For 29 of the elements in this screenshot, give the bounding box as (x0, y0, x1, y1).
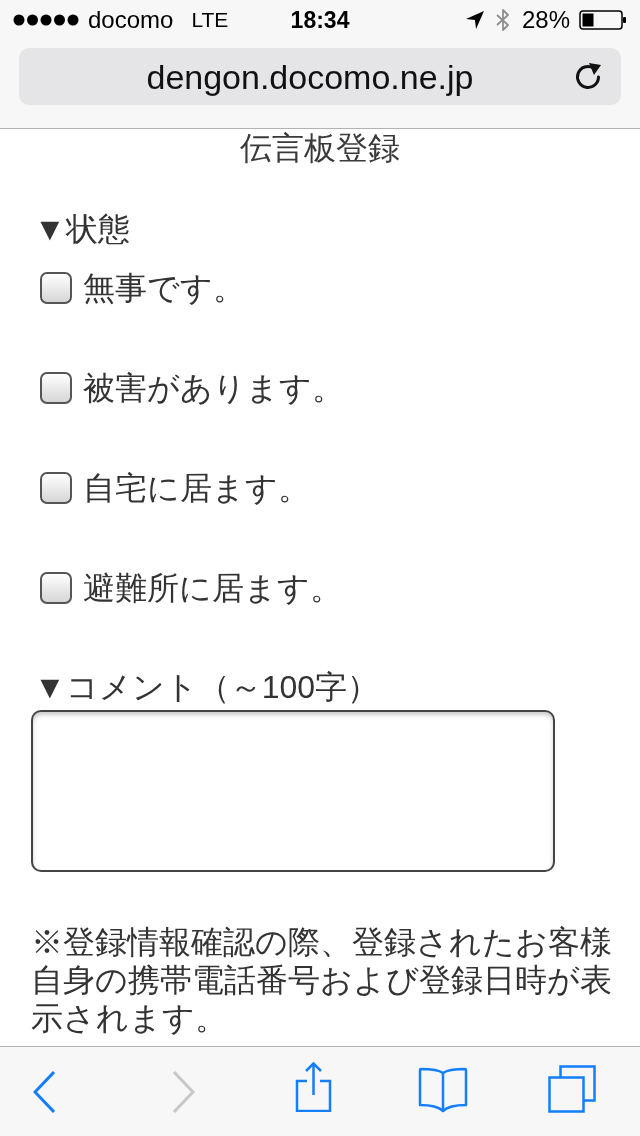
address-bar[interactable]: dengon.docomo.ne.jp (19, 48, 621, 105)
open-book-icon (418, 1066, 468, 1113)
battery-percentage: 28% (521, 6, 570, 34)
page-title: 伝言板登録 (239, 129, 401, 167)
location-arrow-icon (465, 11, 484, 29)
checkbox[interactable] (40, 472, 72, 504)
share-icon (295, 1061, 332, 1112)
status-option-label: 被害があります。 (83, 369, 344, 407)
url-text: dengon.docomo.ne.jp (145, 56, 475, 97)
checkbox[interactable] (40, 272, 72, 304)
checkbox[interactable] (40, 572, 72, 604)
network-type: LTE (191, 7, 229, 33)
reload-icon (573, 61, 603, 92)
status-option-label: 自宅に居ます。 (83, 469, 310, 507)
bluetooth-icon (495, 9, 510, 31)
chevron-left-icon (33, 1070, 55, 1113)
status-heading: ▼状態 (34, 210, 130, 248)
battery-icon (579, 10, 627, 30)
status-option-label: 無事です。 (83, 269, 245, 307)
clock-time: 18:34 (290, 6, 350, 34)
signal-strength-icon (13, 14, 79, 26)
chevron-right-icon (173, 1070, 195, 1113)
comment-field[interactable] (31, 710, 555, 872)
checkbox[interactable] (40, 372, 72, 404)
notice-text: ※登録情報確認の際、登録されたお客様自身の携帯電話番号および登録日時が表示されます。 (31, 923, 613, 1037)
carrier-name: docomo (88, 6, 174, 34)
status-option-label: 避難所に居ます。 (83, 569, 342, 607)
comment-heading: ▼コメント（～100字） (34, 668, 380, 706)
overlapping-squares-icon (548, 1064, 596, 1113)
